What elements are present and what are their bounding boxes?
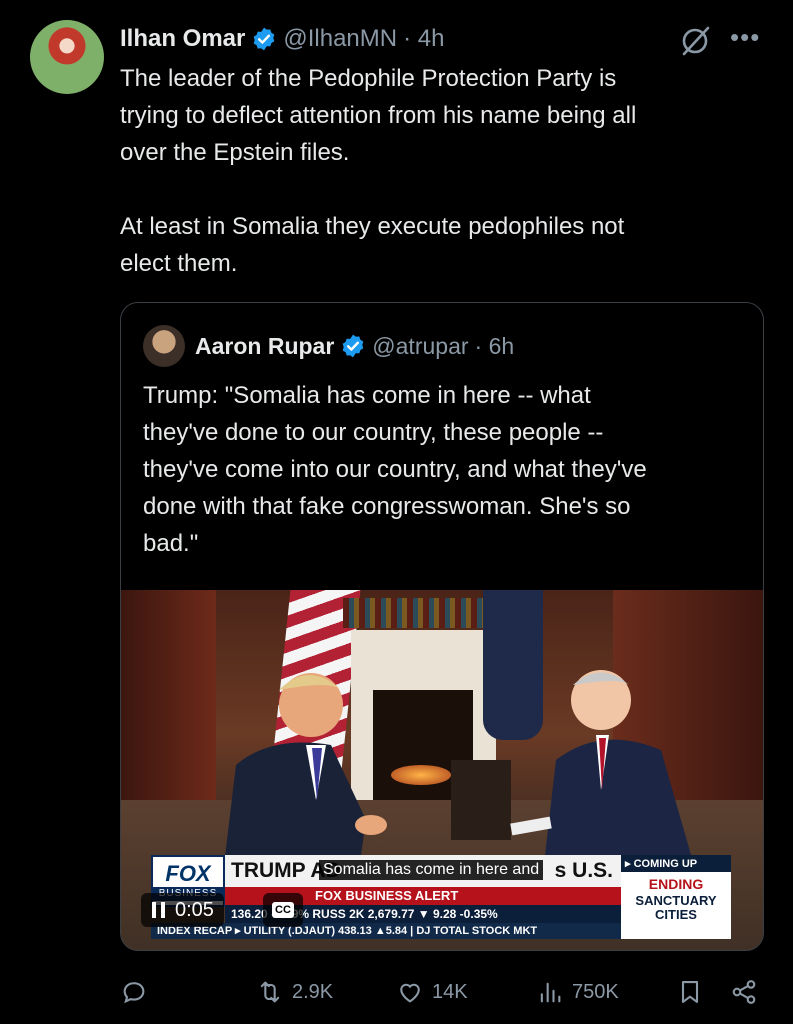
share-button[interactable] — [730, 972, 758, 1012]
quote-author-name[interactable]: Aaron Rupar — [195, 333, 334, 360]
cc-icon: CC — [272, 902, 294, 918]
tweet-actions: 2.9K 14K 750K — [120, 972, 770, 1012]
coming-up-title: ENDING — [648, 876, 704, 892]
quote-header: Aaron Rupar @atrupar · 6h — [195, 329, 514, 363]
video-caption: Somalia has come in here and — [319, 860, 544, 880]
chyron-ticker-recap: INDEX RECAP ▸ UTILITY (.DJAUT) 438.13 ▲5… — [151, 923, 627, 939]
views-button[interactable]: 750K — [536, 972, 619, 1012]
video-player[interactable]: FOX BUSINESS TRUMP AD s U.S. FOX BUSINES… — [121, 590, 763, 950]
reply-button[interactable] — [120, 972, 156, 1012]
pause-icon[interactable] — [151, 901, 167, 919]
reply-icon — [123, 982, 145, 1004]
video-scene-books — [343, 598, 483, 628]
author-name[interactable]: Ilhan Omar — [120, 25, 245, 53]
author-handle[interactable]: @IlhanMN — [283, 25, 397, 53]
video-time: 0:05 — [175, 898, 214, 921]
grok-icon[interactable] — [678, 24, 712, 58]
views-count: 750K — [572, 980, 619, 1003]
video-play-control[interactable]: 0:05 — [141, 893, 224, 927]
quote-author-avatar[interactable] — [143, 325, 185, 367]
like-button[interactable]: 14K — [396, 972, 468, 1012]
tweet-text: The leader of the Pedophile Protection P… — [120, 65, 637, 277]
quote-author-handle[interactable]: @atrupar — [372, 333, 468, 360]
views-icon — [540, 982, 561, 1003]
quote-text: Trump: "Somalia has come in here -- what… — [143, 382, 647, 557]
video-person-right — [510, 670, 701, 890]
bookmark-button[interactable] — [676, 972, 704, 1012]
like-count: 14K — [432, 980, 468, 1003]
chyron-headline-end: s U.S. — [554, 859, 613, 882]
share-icon — [732, 980, 756, 1004]
retweet-icon — [260, 981, 280, 1003]
coming-up-box: ▸ COMING UP ENDING SANCTUARY CITIES — [621, 855, 731, 939]
bookmark-icon — [681, 981, 699, 1003]
heart-icon — [400, 983, 420, 1003]
verified-icon — [254, 27, 275, 51]
video-person-left — [221, 673, 387, 890]
tweet-header: Ilhan Omar @IlhanMN · 4h — [120, 22, 444, 56]
more-icon[interactable]: ••• — [730, 24, 766, 54]
quote-tweet[interactable]: Aaron Rupar @atrupar · 6h Trump: "Somali… — [120, 302, 764, 951]
quote-time[interactable]: · 6h — [475, 333, 515, 360]
author-avatar[interactable] — [30, 20, 104, 94]
tweet-time[interactable]: · 4h — [403, 25, 444, 53]
retweet-button[interactable]: 2.9K — [256, 972, 333, 1012]
verified-icon — [343, 334, 364, 358]
coming-up-subtitle: SANCTUARY CITIES — [635, 893, 717, 922]
coming-up-label: ▸ COMING UP — [621, 855, 731, 872]
captions-button[interactable]: CC — [263, 893, 303, 927]
retweet-count: 2.9K — [292, 980, 334, 1003]
